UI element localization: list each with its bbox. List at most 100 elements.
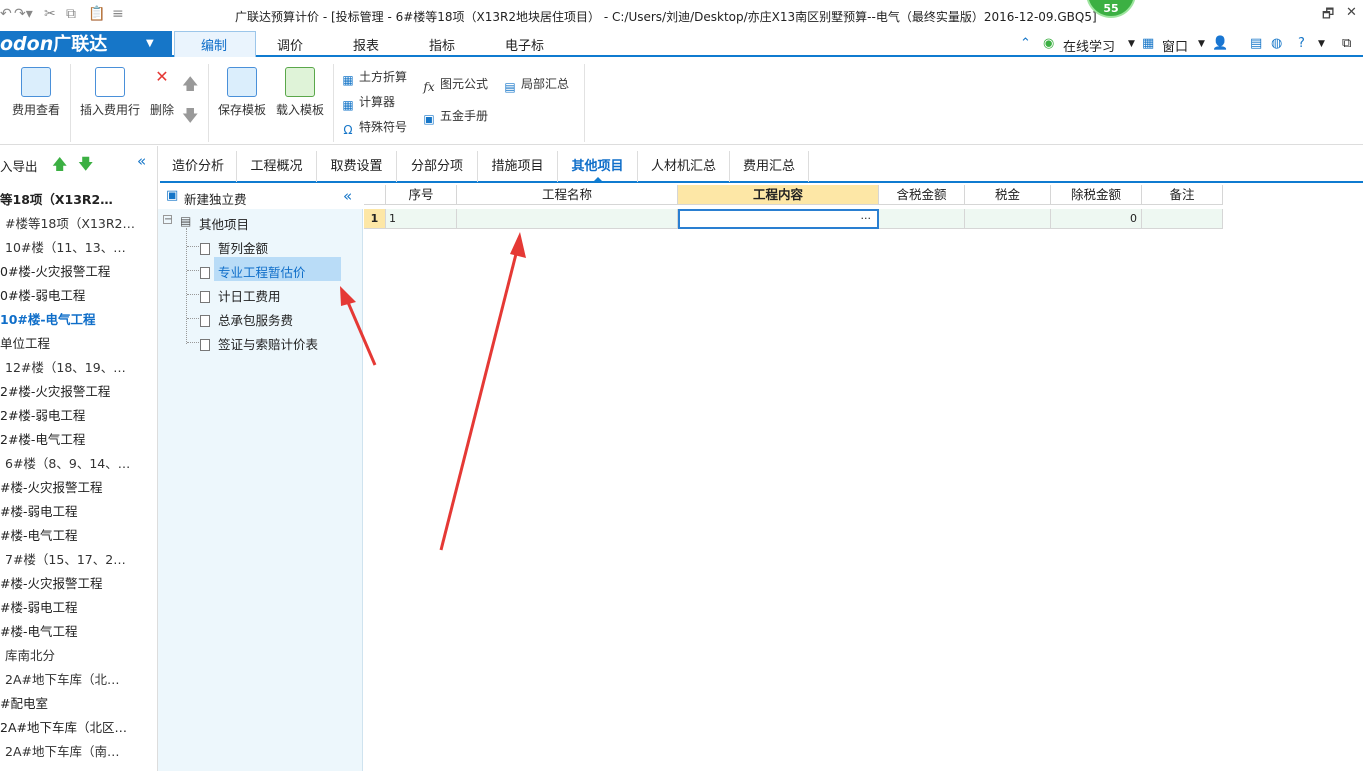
cell-content[interactable]: ···	[678, 209, 879, 229]
fee-view-label: 费用查看	[11, 103, 60, 117]
chevron-down-icon[interactable]: ▼	[1318, 39, 1325, 49]
col-header-tax-incl[interactable]: 含税金额	[879, 185, 965, 205]
project-tree-item[interactable]: 2A#地下车库（南…	[5, 741, 119, 760]
load-template-button[interactable]: 载入模板	[272, 67, 328, 118]
cell-name[interactable]	[457, 209, 678, 229]
app-logo[interactable]: odon广联达 ▼	[0, 31, 172, 57]
move-down-icon[interactable]: 🡇	[182, 105, 198, 132]
close-icon[interactable]: ✕	[1346, 5, 1357, 20]
project-tree-item[interactable]: #配电室	[0, 693, 48, 712]
import-export-button[interactable]: 入导出	[0, 156, 38, 175]
col-header-name[interactable]: 工程名称	[457, 185, 678, 205]
tree-node[interactable]: 总承包服务费	[200, 310, 293, 329]
project-tree-item[interactable]: 7#楼（15、17、2…	[5, 549, 126, 568]
special-symbol-button[interactable]: Ω 特殊符号	[341, 118, 407, 137]
col-header-content[interactable]: 工程内容	[678, 185, 879, 205]
delete-button[interactable]: ✕ 删除	[146, 67, 178, 118]
save-template-button[interactable]: 保存模板	[214, 67, 270, 118]
tab-cost-analysis[interactable]: 造价分析	[160, 151, 237, 182]
user-icon[interactable]: 👤	[1212, 36, 1228, 51]
project-tree-item[interactable]: #楼-电气工程	[0, 621, 77, 640]
tab-fee-summary[interactable]: 费用汇总	[730, 151, 809, 182]
project-tree-item[interactable]: 单位工程	[0, 333, 50, 352]
project-tree-item[interactable]: #楼等18项（X13R2…	[5, 213, 135, 232]
project-tree-item[interactable]: 12#楼（18、19、…	[5, 357, 126, 376]
project-tree-item[interactable]: #楼-火灾报警工程	[0, 573, 103, 592]
project-tree-item[interactable]: 10#楼（11、13、…	[5, 237, 126, 256]
restore-small-icon[interactable]: ⧉	[1342, 36, 1351, 51]
cell-content-ellipsis-button[interactable]: ···	[861, 212, 872, 225]
arrow-up-icon[interactable]: 🡅	[52, 154, 67, 179]
tree-node[interactable]: 专业工程暂估价	[200, 262, 306, 281]
move-up-icon[interactable]: 🡅	[182, 73, 198, 100]
customize-icon[interactable]: ≡	[112, 6, 124, 22]
cell-seq[interactable]: 1	[386, 209, 457, 229]
insert-fee-row-button[interactable]: 插入费用行	[76, 67, 144, 118]
col-header-tax[interactable]: 税金	[965, 185, 1051, 205]
menu-edit[interactable]: 编制	[201, 35, 227, 54]
cell-tax-excl[interactable]: 0	[1051, 209, 1142, 229]
project-tree-item[interactable]: #楼-弱电工程	[0, 501, 77, 520]
paste-icon[interactable]: 📋	[88, 6, 105, 22]
collapse-ribbon-icon[interactable]: ⌃	[1020, 36, 1031, 51]
undo-icon[interactable]: ↶	[0, 6, 12, 22]
earth-convert-button[interactable]: ▦ 土方折算	[341, 68, 407, 87]
partial-summary-button[interactable]: ▤ 局部汇总	[503, 75, 569, 94]
project-tree-item[interactable]: 2#楼-火灾报警工程	[0, 381, 110, 400]
calculator-button[interactable]: ▦ 计算器	[341, 93, 395, 112]
menu-e-bid[interactable]: 电子标	[505, 35, 544, 54]
menu-report[interactable]: 报表	[353, 35, 379, 54]
collapse-node-icon[interactable]: −	[163, 215, 172, 225]
project-tree-item[interactable]: 0#楼-弱电工程	[0, 285, 85, 304]
service-icon[interactable]: ◍	[1271, 36, 1282, 51]
chevron-down-icon[interactable]: ▼	[1198, 39, 1205, 49]
arrow-down-icon[interactable]: 🡇	[78, 154, 93, 179]
tree-root-other-items[interactable]: 其他项目	[199, 214, 249, 233]
restore-icon[interactable]: 🗗	[1322, 5, 1334, 27]
project-tree-item[interactable]: 库南北分	[5, 645, 55, 664]
copy-icon[interactable]: ⧉	[66, 6, 76, 22]
project-tree-item[interactable]: 2#楼-弱电工程	[0, 405, 85, 424]
collapse-left-icon[interactable]: «	[137, 152, 146, 170]
project-tree-item[interactable]: 2#楼-电气工程	[0, 429, 85, 448]
collapse-tree-icon[interactable]: «	[343, 187, 352, 205]
tree-node[interactable]: 暂列金额	[200, 238, 268, 257]
tree-node[interactable]: 签证与索赔计价表	[200, 334, 318, 353]
chevron-down-icon[interactable]: ▼	[1128, 39, 1135, 49]
menu-adjust-price[interactable]: 调价	[277, 35, 303, 54]
help-button[interactable]: ?	[1298, 36, 1305, 51]
project-tree-item[interactable]: 2A#地下车库（北…	[5, 669, 119, 688]
tab-project-overview[interactable]: 工程概况	[237, 151, 317, 182]
project-tree-item[interactable]: 0#楼-火灾报警工程	[0, 261, 110, 280]
menu-index[interactable]: 指标	[429, 35, 455, 54]
tree-node[interactable]: 计日工费用	[200, 286, 281, 305]
message-icon[interactable]: ▤	[1250, 36, 1262, 51]
redo-icon[interactable]: ↷▾	[14, 6, 33, 22]
online-study-button[interactable]: 在线学习	[1063, 36, 1115, 55]
project-tree-item[interactable]: 10#楼-电气工程	[0, 309, 96, 328]
cell-tax[interactable]	[965, 209, 1051, 229]
tab-labor-material-summary[interactable]: 人材机汇总	[638, 151, 730, 182]
hardware-manual-button[interactable]: ▣ 五金手册	[422, 107, 488, 126]
project-tree-item[interactable]: #楼-电气工程	[0, 525, 77, 544]
fee-view-button[interactable]: 费用查看	[8, 67, 64, 118]
project-tree-item[interactable]: #楼-弱电工程	[0, 597, 77, 616]
cell-remark[interactable]	[1142, 209, 1223, 229]
col-header-tax-excl[interactable]: 除税金额	[1051, 185, 1142, 205]
col-header-remark[interactable]: 备注	[1142, 185, 1223, 205]
project-tree-item[interactable]: 等18项（X13R2…	[0, 189, 113, 208]
project-tree-item[interactable]: #楼-火灾报警工程	[0, 477, 103, 496]
formula-button[interactable]: fx 图元公式	[422, 75, 488, 94]
row-number[interactable]: 1	[364, 209, 386, 229]
new-independent-fee-button[interactable]: 新建独立费	[184, 189, 247, 208]
tab-measures[interactable]: 措施项目	[478, 151, 558, 182]
col-header-seq[interactable]: 序号	[386, 185, 457, 205]
project-tree-item[interactable]: 2A#地下车库（北区…	[0, 717, 127, 736]
project-tree-item[interactable]: 6#楼（8、9、14、…	[5, 453, 130, 472]
cell-tax-incl[interactable]	[879, 209, 965, 229]
cut-icon[interactable]: ✂	[44, 6, 56, 22]
tree-guide-line	[187, 318, 199, 319]
tab-sub-items[interactable]: 分部分项	[397, 151, 478, 182]
tab-fee-settings[interactable]: 取费设置	[317, 151, 397, 182]
window-menu[interactable]: 窗口	[1162, 36, 1188, 55]
